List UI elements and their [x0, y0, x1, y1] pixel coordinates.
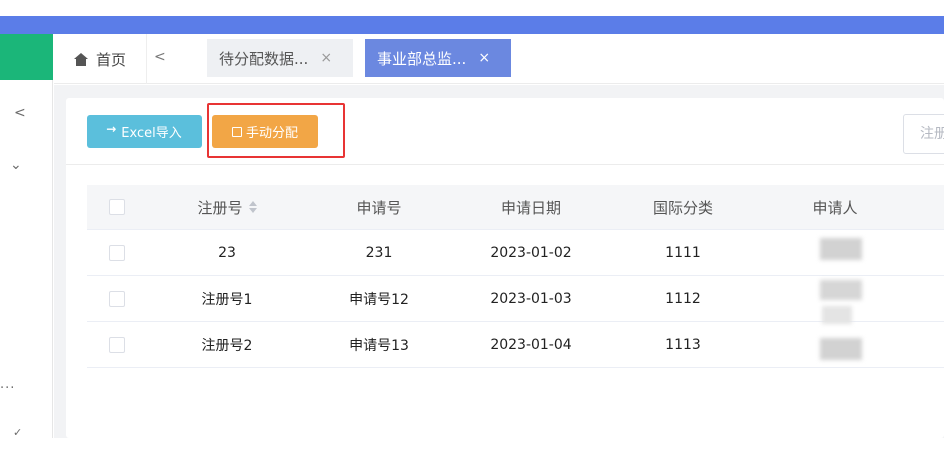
import-icon — [106, 122, 117, 137]
cell-class: 1111 — [665, 244, 701, 261]
cell-app-no: 申请号13 — [349, 337, 409, 354]
tab-label: 事业部总监... — [377, 49, 467, 68]
row-select-cell — [105, 322, 129, 367]
cell-class: 1113 — [665, 336, 701, 353]
cell-reg-no: 注册号2 — [201, 337, 253, 354]
highlight-annotation — [207, 103, 345, 158]
more-icon[interactable]: ... — [0, 378, 15, 392]
top-header-bar — [0, 16, 944, 34]
row-select-cell — [105, 276, 129, 321]
redacted-applicant — [820, 280, 862, 300]
tab-division-director[interactable]: 事业部总监... × — [365, 39, 511, 77]
data-table: 注册号 申请号 申请日期 国际分类 申请人 23 231 2023-01-02 … — [87, 185, 944, 368]
toolbar-divider — [66, 164, 944, 165]
close-icon[interactable]: × — [320, 50, 332, 66]
table-row[interactable]: 23 231 2023-01-02 1111 — [87, 230, 944, 276]
tab-pending-data[interactable]: 待分配数据... × — [207, 39, 353, 77]
chevron-left-icon[interactable]: < — [14, 106, 26, 120]
column-header-app-date: 申请日期 — [500, 198, 561, 217]
excel-import-button[interactable]: Excel导入 — [87, 115, 202, 148]
tab-home-label: 首页 — [96, 50, 127, 69]
close-icon[interactable]: × — [478, 50, 490, 66]
table-row[interactable]: 注册号2 申请号13 2023-01-04 1113 — [87, 322, 944, 368]
cell-app-date: 2023-01-04 — [490, 336, 572, 353]
select-all-checkbox[interactable] — [109, 199, 125, 215]
cell-app-date: 2023-01-03 — [490, 290, 572, 307]
chevron-down-icon[interactable]: ⌄ — [10, 158, 22, 172]
column-header-app-no: 申请号 — [356, 198, 402, 217]
row-select-cell — [105, 230, 129, 275]
column-header-label: 注册号 — [197, 198, 243, 217]
cell-reg-no: 23 — [218, 244, 236, 261]
cell-app-no: 申请号12 — [349, 291, 409, 308]
excel-import-label: Excel导入 — [121, 126, 182, 141]
redacted-applicant — [822, 306, 852, 324]
tab-label: 待分配数据... — [219, 49, 309, 68]
sort-icon[interactable] — [248, 200, 257, 214]
home-icon — [74, 52, 88, 66]
tab-divider — [146, 34, 147, 84]
cell-reg-no: 注册号1 — [201, 291, 253, 308]
redacted-applicant — [820, 238, 862, 260]
column-header-class: 国际分类 — [652, 198, 713, 217]
row-checkbox[interactable] — [109, 290, 125, 307]
table-row[interactable]: 注册号1 申请号12 2023-01-03 1112 — [87, 276, 944, 322]
row-checkbox[interactable] — [109, 244, 125, 261]
search-input[interactable]: 注册 — [903, 114, 944, 154]
tab-home[interactable]: 首页 — [74, 48, 126, 70]
sidebar: < ⌄ ... ✓ — [0, 34, 53, 439]
sidebar-brand — [0, 34, 53, 80]
column-header-reg-no[interactable]: 注册号 — [177, 185, 277, 229]
tab-bar: 首页 < 待分配数据... × 事业部总监... × — [54, 34, 944, 84]
chevron-left-icon[interactable]: < — [154, 49, 166, 65]
cell-app-no: 231 — [365, 244, 393, 261]
column-header-applicant: 申请人 — [812, 198, 858, 217]
row-checkbox[interactable] — [109, 336, 125, 353]
select-all-cell — [105, 185, 129, 229]
bottom-margin — [0, 438, 944, 463]
table-header: 注册号 申请号 申请日期 国际分类 申请人 — [87, 185, 944, 230]
cell-app-date: 2023-01-02 — [490, 244, 572, 261]
top-margin — [0, 0, 944, 16]
redacted-applicant — [820, 338, 862, 360]
cell-class: 1112 — [665, 290, 701, 307]
